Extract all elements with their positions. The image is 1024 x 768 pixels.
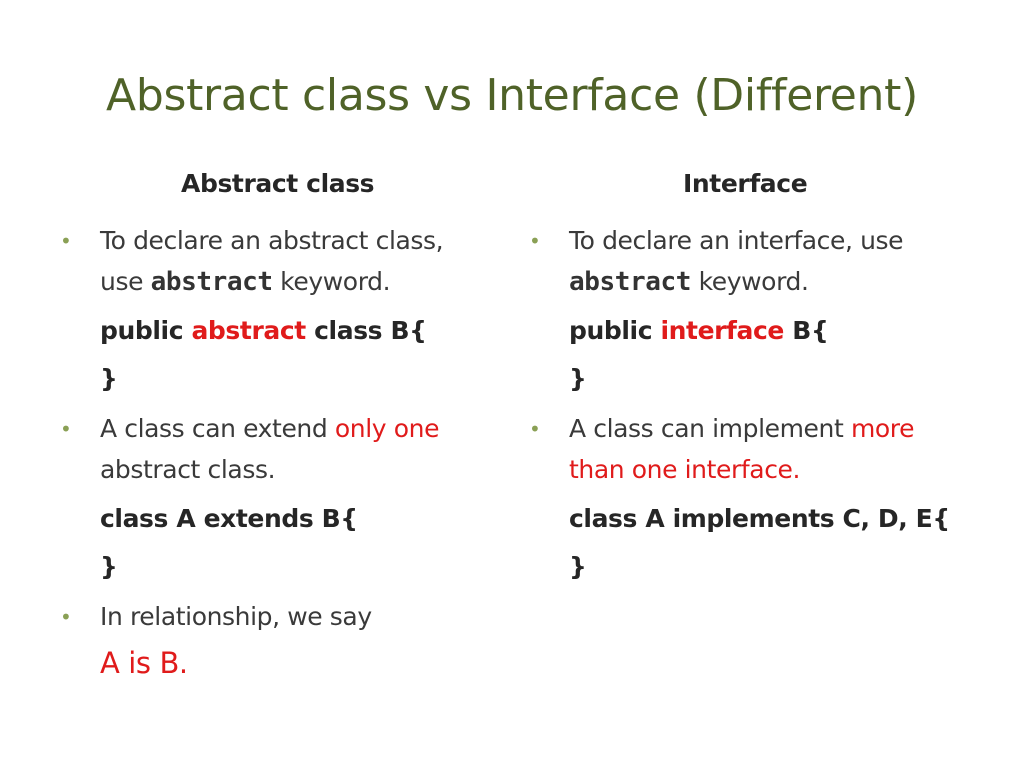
left-bullet1-text: use <box>100 267 151 296</box>
code-interface-keyword: interface <box>660 316 784 345</box>
code-public: public <box>100 316 192 345</box>
left-code1-close: } <box>100 364 118 393</box>
right-code1-close: } <box>569 364 587 393</box>
left-bullet1-line2: use abstract keyword. <box>100 261 391 303</box>
left-bullet2-line2: abstract class. <box>100 455 276 484</box>
than-one-interface-highlight: than one interface. <box>569 455 801 484</box>
code-interface-decl: B{ <box>783 316 829 345</box>
abstract-keyword: abstract <box>569 267 692 297</box>
right-bullet2-line1: A class can implement more <box>569 408 915 450</box>
right-code1: public interface B{ <box>569 310 829 352</box>
code-public: public <box>569 316 661 345</box>
left-bullet3-line1: In relationship, we say <box>100 602 372 631</box>
left-bullet1-suffix: keyword. <box>272 267 391 296</box>
only-one-highlight: only one <box>334 414 440 443</box>
interface-header: Interface <box>683 169 808 198</box>
a-is-b-highlight: A is B. <box>100 646 188 680</box>
left-bullet2-line1: A class can extend only one <box>100 408 439 450</box>
more-highlight: more <box>850 414 915 443</box>
code-abstract-keyword: abstract <box>191 316 306 345</box>
code-class-decl: class B{ <box>305 316 427 345</box>
bullet-dot-icon: • <box>529 417 541 441</box>
right-bullet1-suffix: keyword. <box>691 267 809 296</box>
slide: Abstract class vs Interface (Different) … <box>0 0 1024 768</box>
right-bullet2-text: A class can implement <box>569 414 851 443</box>
left-code1: public abstract class B{ <box>100 310 427 352</box>
right-bullet1-line2: abstract keyword. <box>569 261 809 303</box>
abstract-class-header: Abstract class <box>181 169 375 198</box>
right-code2-close: } <box>569 552 587 581</box>
left-bullet2-text: A class can extend <box>100 414 335 443</box>
right-bullet1-line1: To declare an interface, use <box>569 226 904 255</box>
bullet-dot-icon: • <box>60 417 72 441</box>
abstract-keyword: abstract <box>150 267 273 297</box>
left-bullet1-line1: To declare an abstract class, <box>100 226 444 255</box>
bullet-dot-icon: • <box>529 229 541 253</box>
left-code2: class A extends B{ <box>100 504 358 533</box>
bullet-dot-icon: • <box>60 605 72 629</box>
bullet-dot-icon: • <box>60 229 72 253</box>
slide-title: Abstract class vs Interface (Different) <box>106 70 918 121</box>
left-code2-close: } <box>100 552 118 581</box>
right-code2: class A implements C, D, E{ <box>569 504 950 533</box>
